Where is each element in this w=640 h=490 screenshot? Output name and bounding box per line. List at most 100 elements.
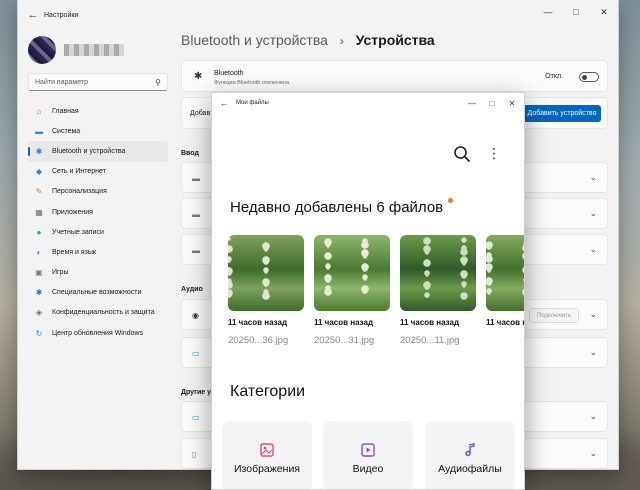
sidebar-item[interactable]: ◆ Сеть и Интернет	[28, 162, 168, 182]
recent-file-item[interactable]: 11 часов назад 20250...36.jpg	[228, 235, 304, 346]
accessibility-icon: ✱	[35, 288, 43, 298]
files-title: Мои файлы	[236, 100, 269, 106]
bluetooth-state: Откл.	[545, 73, 563, 80]
chevron-down-icon: ⌄	[589, 244, 597, 254]
close-icon[interactable]: ✕	[502, 93, 522, 113]
recent-file-item[interactable]: 11 часов назад 20250...11.jpg	[400, 235, 476, 346]
bluetooth-icon: ✱	[194, 71, 203, 82]
sidebar-item[interactable]: ● Учетные записи	[28, 222, 168, 242]
section-audio-label: Аудио	[181, 286, 203, 293]
shield-icon: ◈	[35, 308, 43, 318]
category-tile[interactable]: Аудиофайлы	[425, 421, 515, 489]
bluetooth-toggle[interactable]	[579, 72, 599, 82]
back-arrow-icon[interactable]: ←	[22, 9, 44, 21]
sidebar-item-label: Специальные возможности	[52, 289, 142, 297]
file-name-label: 20250...11.jpg	[400, 335, 460, 346]
settings-search-input[interactable]: Найти параметр ⚲	[28, 73, 168, 91]
sidebar-item-label: Сеть и Интернет	[52, 168, 106, 176]
new-indicator-dot	[448, 198, 453, 203]
apps-icon: ▦	[35, 207, 43, 217]
sidebar-item-label: Центр обновления Windows	[52, 329, 144, 337]
sidebar-item[interactable]: ▣ Игры	[28, 263, 168, 283]
recent-file-item[interactable]: 11 часов назад 20250...31.jpg	[314, 235, 390, 346]
sidebar-item[interactable]: ▦ Приложения	[28, 202, 168, 222]
account-icon: ●	[36, 227, 42, 237]
close-icon[interactable]: ✕	[590, 0, 618, 24]
brush-icon: ✎	[35, 187, 43, 197]
sidebar-item[interactable]: ✱ Специальные возможности	[28, 283, 168, 303]
monitor-icon: ▭	[192, 349, 200, 358]
files-titlebar: ← Мои файлы — □ ✕	[212, 93, 524, 113]
search-icon: ⚲	[155, 77, 161, 87]
back-arrow-icon[interactable]: ←	[214, 98, 234, 108]
sidebar-item-label: Время и язык	[52, 248, 96, 256]
sidebar-item[interactable]: ◈ Конфиденциальность и защита	[28, 303, 168, 323]
file-time-label: 11 часов назад	[314, 318, 374, 327]
breadcrumb-separator-icon: ›	[339, 34, 344, 48]
video-icon	[323, 443, 413, 462]
photo-thumbnail	[314, 235, 390, 311]
category-label: Видео	[352, 463, 384, 475]
bluetooth-card: ✱ Bluetooth Функция Bluetooth отключена …	[181, 60, 608, 92]
more-options-icon[interactable]: ⋮	[487, 146, 501, 160]
sidebar-item-label: Конфиденциальность и защита	[52, 309, 155, 317]
sidebar-item[interactable]: ◐ Время и язык	[28, 242, 168, 262]
update-icon: ↻	[35, 328, 43, 338]
chevron-down-icon: ⌄	[589, 309, 597, 319]
recent-files-title: Недавно добавлены 6 файлов	[230, 199, 444, 216]
section-other-label: Другие у	[181, 389, 212, 396]
user-profile[interactable]	[28, 36, 124, 64]
chevron-down-icon: ⌄	[589, 448, 597, 458]
bluetooth-subtitle: Функция Bluetooth отключена	[214, 80, 290, 86]
sidebar-item[interactable]: ⌂ Главная	[28, 101, 168, 121]
add-device-button[interactable]: Добавить устройство	[523, 105, 601, 122]
home-icon: ⌂	[36, 106, 42, 116]
minimize-icon[interactable]: —	[534, 0, 562, 24]
sidebar-item[interactable]: ✱ Bluetooth и устройства	[28, 141, 168, 162]
breadcrumb: Bluetooth и устройства › Устройства	[181, 32, 435, 48]
file-time-label: 11 часов назад	[400, 318, 460, 327]
sidebar-item-label: Главная	[52, 107, 79, 115]
gamepad-icon: ▣	[35, 268, 43, 278]
avatar	[28, 36, 56, 64]
keyboard-icon: ▬	[192, 174, 200, 183]
categories-title: Категории	[230, 383, 306, 400]
keyboard-icon: ▬	[192, 210, 200, 219]
settings-title: Настройки	[44, 11, 79, 19]
sidebar-item[interactable]: ▬ Система	[28, 121, 168, 141]
recent-files-list: 11 часов назад 20250...36.jpg 11 часов наз…	[228, 235, 524, 347]
recent-file-item[interactable]: 11 часов назад	[486, 235, 524, 327]
connect-button[interactable]: Подключить	[529, 308, 579, 323]
category-tile[interactable]: Видео	[323, 421, 413, 489]
category-label: Аудиофайлы	[438, 463, 502, 475]
minimize-icon[interactable]: —	[462, 93, 482, 113]
file-time-label: 11 часов назад	[228, 318, 288, 327]
monitor-icon: ▭	[192, 413, 200, 422]
sidebar-item-label: Игры	[52, 269, 69, 277]
section-input-label: Ввод	[181, 150, 199, 157]
phone-icon: ▯	[192, 450, 197, 459]
globe-icon: ◐	[36, 247, 42, 257]
profile-name-blurred	[64, 44, 124, 56]
maximize-icon[interactable]: □	[482, 93, 502, 113]
keyboard-icon: ▬	[192, 246, 200, 255]
sidebar-item[interactable]: ↻ Центр обновления Windows	[28, 323, 168, 343]
category-tile[interactable]: Изображения	[222, 421, 312, 489]
settings-titlebar: ← Настройки — □ ✕	[18, 0, 618, 30]
chevron-down-icon: ⌄	[589, 347, 597, 357]
breadcrumb-parent[interactable]: Bluetooth и устройства	[181, 32, 328, 48]
headphones-icon: ◉	[192, 311, 199, 320]
photo-thumbnail	[228, 235, 304, 311]
system-icon: ▬	[35, 126, 43, 136]
photo-thumbnail	[400, 235, 476, 311]
sidebar-item[interactable]: ✎ Персонализация	[28, 182, 168, 202]
maximize-icon[interactable]: □	[562, 0, 590, 24]
file-name-label: 20250...31.jpg	[314, 335, 375, 346]
add-device-label: Добав	[190, 110, 211, 117]
my-files-window: ← Мои файлы — □ ✕ ⋮ Недавно добавлены 6 …	[211, 92, 525, 490]
chevron-down-icon: ⌄	[589, 208, 597, 218]
search-icon[interactable]	[453, 145, 471, 163]
sidebar-item-label: Учетные записи	[52, 228, 104, 236]
sidebar-nav: ⌂ Главная ▬ Система ✱ Bluetooth и устройства ◆…	[28, 101, 168, 343]
network-icon: ◆	[35, 167, 43, 177]
